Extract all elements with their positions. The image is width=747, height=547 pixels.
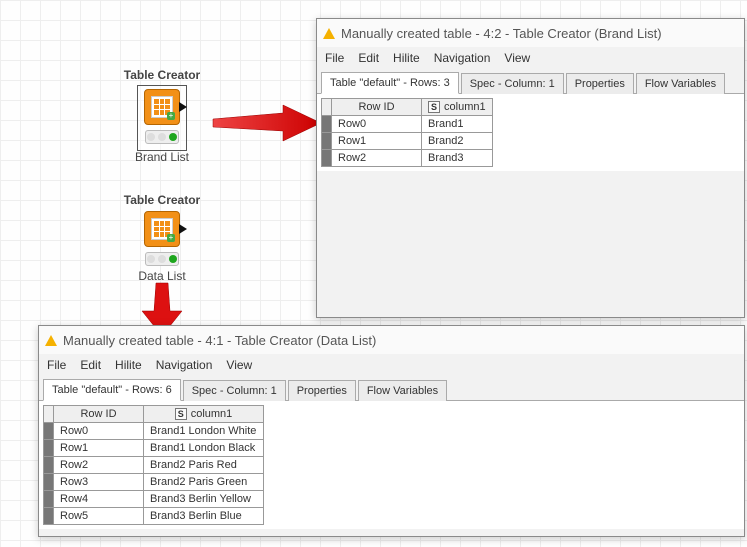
node-type-label: Table Creator bbox=[112, 193, 212, 207]
menu-view[interactable]: View bbox=[504, 51, 530, 65]
tab-spec[interactable]: Spec - Column: 1 bbox=[183, 380, 286, 401]
cell-rowid: Row5 bbox=[54, 508, 144, 525]
cell-value: Brand2 Paris Red bbox=[144, 457, 264, 474]
row-gutter bbox=[44, 423, 54, 440]
table-row[interactable]: Row2Brand2 Paris Red bbox=[44, 457, 264, 474]
cell-rowid: Row1 bbox=[54, 440, 144, 457]
col-label: column1 bbox=[191, 408, 233, 420]
table-content: Row ID Scolumn1 Row0Brand1 London White … bbox=[39, 401, 744, 529]
row-gutter bbox=[322, 116, 332, 133]
string-type-icon: S bbox=[175, 408, 187, 420]
row-gutter bbox=[322, 150, 332, 167]
menubar: File Edit Hilite Navigation View bbox=[317, 47, 744, 71]
knime-warning-icon bbox=[45, 335, 57, 346]
cell-rowid: Row2 bbox=[332, 150, 422, 167]
tab-table[interactable]: Table "default" - Rows: 3 bbox=[321, 72, 459, 94]
table-row[interactable]: Row0Brand1 London White bbox=[44, 423, 264, 440]
data-table[interactable]: Row ID Scolumn1 Row0Brand1 Row1Brand2 Ro… bbox=[321, 98, 493, 167]
cell-value: Brand2 bbox=[422, 133, 493, 150]
plus-icon: + bbox=[167, 112, 175, 120]
node-name-label: Data List bbox=[112, 269, 212, 283]
cell-value: Brand1 bbox=[422, 116, 493, 133]
string-type-icon: S bbox=[428, 101, 440, 113]
window-title: Manually created table - 4:1 - Table Cre… bbox=[63, 333, 376, 348]
table-row[interactable]: Row0Brand1 bbox=[322, 116, 493, 133]
row-gutter bbox=[322, 133, 332, 150]
table-row[interactable]: Row4Brand3 Berlin Yellow bbox=[44, 491, 264, 508]
menu-file[interactable]: File bbox=[325, 51, 344, 65]
cell-rowid: Row0 bbox=[54, 423, 144, 440]
menu-hilite[interactable]: Hilite bbox=[115, 358, 142, 372]
table-content: Row ID Scolumn1 Row0Brand1 Row1Brand2 Ro… bbox=[317, 94, 744, 171]
tab-flowvars[interactable]: Flow Variables bbox=[636, 73, 725, 94]
table-row[interactable]: Row3Brand2 Paris Green bbox=[44, 474, 264, 491]
tabbar: Table "default" - Rows: 6 Spec - Column:… bbox=[39, 378, 744, 401]
cell-value: Brand1 London White bbox=[144, 423, 264, 440]
table-row[interactable]: Row2Brand3 bbox=[322, 150, 493, 167]
plus-icon: + bbox=[167, 234, 175, 242]
table-corner bbox=[44, 406, 54, 423]
table-creator-icon: + bbox=[144, 211, 180, 247]
node-data-list[interactable]: Table Creator + Data List bbox=[112, 193, 212, 283]
tab-table[interactable]: Table "default" - Rows: 6 bbox=[43, 379, 181, 401]
col-label: column1 bbox=[444, 101, 486, 113]
table-row[interactable]: Row1Brand1 London Black bbox=[44, 440, 264, 457]
row-gutter bbox=[44, 474, 54, 491]
cell-rowid: Row3 bbox=[54, 474, 144, 491]
cell-value: Brand3 Berlin Blue bbox=[144, 508, 264, 525]
traffic-light bbox=[145, 252, 179, 266]
node-brand-list[interactable]: Table Creator + Brand List bbox=[112, 68, 212, 164]
grid-icon: + bbox=[151, 218, 173, 240]
node-type-label: Table Creator bbox=[112, 68, 212, 82]
cell-value: Brand3 bbox=[422, 150, 493, 167]
cell-rowid: Row1 bbox=[332, 133, 422, 150]
col-rowid[interactable]: Row ID bbox=[332, 99, 422, 116]
menubar: File Edit Hilite Navigation View bbox=[39, 354, 744, 378]
row-gutter bbox=[44, 457, 54, 474]
row-gutter bbox=[44, 508, 54, 525]
menu-hilite[interactable]: Hilite bbox=[393, 51, 420, 65]
window-brand-table[interactable]: Manually created table - 4:2 - Table Cre… bbox=[316, 18, 745, 318]
traffic-light bbox=[145, 130, 179, 144]
cell-value: Brand1 London Black bbox=[144, 440, 264, 457]
menu-file[interactable]: File bbox=[47, 358, 66, 372]
data-table[interactable]: Row ID Scolumn1 Row0Brand1 London White … bbox=[43, 405, 264, 525]
table-creator-icon: + bbox=[144, 89, 180, 125]
tab-properties[interactable]: Properties bbox=[288, 380, 356, 401]
table-row[interactable]: Row5Brand3 Berlin Blue bbox=[44, 508, 264, 525]
row-gutter bbox=[44, 491, 54, 508]
menu-navigation[interactable]: Navigation bbox=[156, 358, 213, 372]
node-icon-row: + bbox=[138, 86, 186, 150]
tabbar: Table "default" - Rows: 3 Spec - Column:… bbox=[317, 71, 744, 94]
col-column1[interactable]: Scolumn1 bbox=[144, 406, 264, 423]
knime-warning-icon bbox=[323, 28, 335, 39]
grid-icon: + bbox=[151, 96, 173, 118]
titlebar[interactable]: Manually created table - 4:1 - Table Cre… bbox=[39, 326, 744, 354]
col-column1[interactable]: Scolumn1 bbox=[422, 99, 493, 116]
table-corner bbox=[322, 99, 332, 116]
titlebar[interactable]: Manually created table - 4:2 - Table Cre… bbox=[317, 19, 744, 47]
menu-edit[interactable]: Edit bbox=[80, 358, 101, 372]
col-rowid[interactable]: Row ID bbox=[54, 406, 144, 423]
cell-value: Brand2 Paris Green bbox=[144, 474, 264, 491]
tab-spec[interactable]: Spec - Column: 1 bbox=[461, 73, 564, 94]
window-title: Manually created table - 4:2 - Table Cre… bbox=[341, 26, 662, 41]
tab-properties[interactable]: Properties bbox=[566, 73, 634, 94]
window-data-table[interactable]: Manually created table - 4:1 - Table Cre… bbox=[38, 325, 745, 537]
tab-flowvars[interactable]: Flow Variables bbox=[358, 380, 447, 401]
cell-value: Brand3 Berlin Yellow bbox=[144, 491, 264, 508]
cell-rowid: Row4 bbox=[54, 491, 144, 508]
menu-edit[interactable]: Edit bbox=[358, 51, 379, 65]
cell-rowid: Row0 bbox=[332, 116, 422, 133]
menu-view[interactable]: View bbox=[226, 358, 252, 372]
node-name-label: Brand List bbox=[112, 150, 212, 164]
row-gutter bbox=[44, 440, 54, 457]
cell-rowid: Row2 bbox=[54, 457, 144, 474]
menu-navigation[interactable]: Navigation bbox=[434, 51, 491, 65]
table-row[interactable]: Row1Brand2 bbox=[322, 133, 493, 150]
